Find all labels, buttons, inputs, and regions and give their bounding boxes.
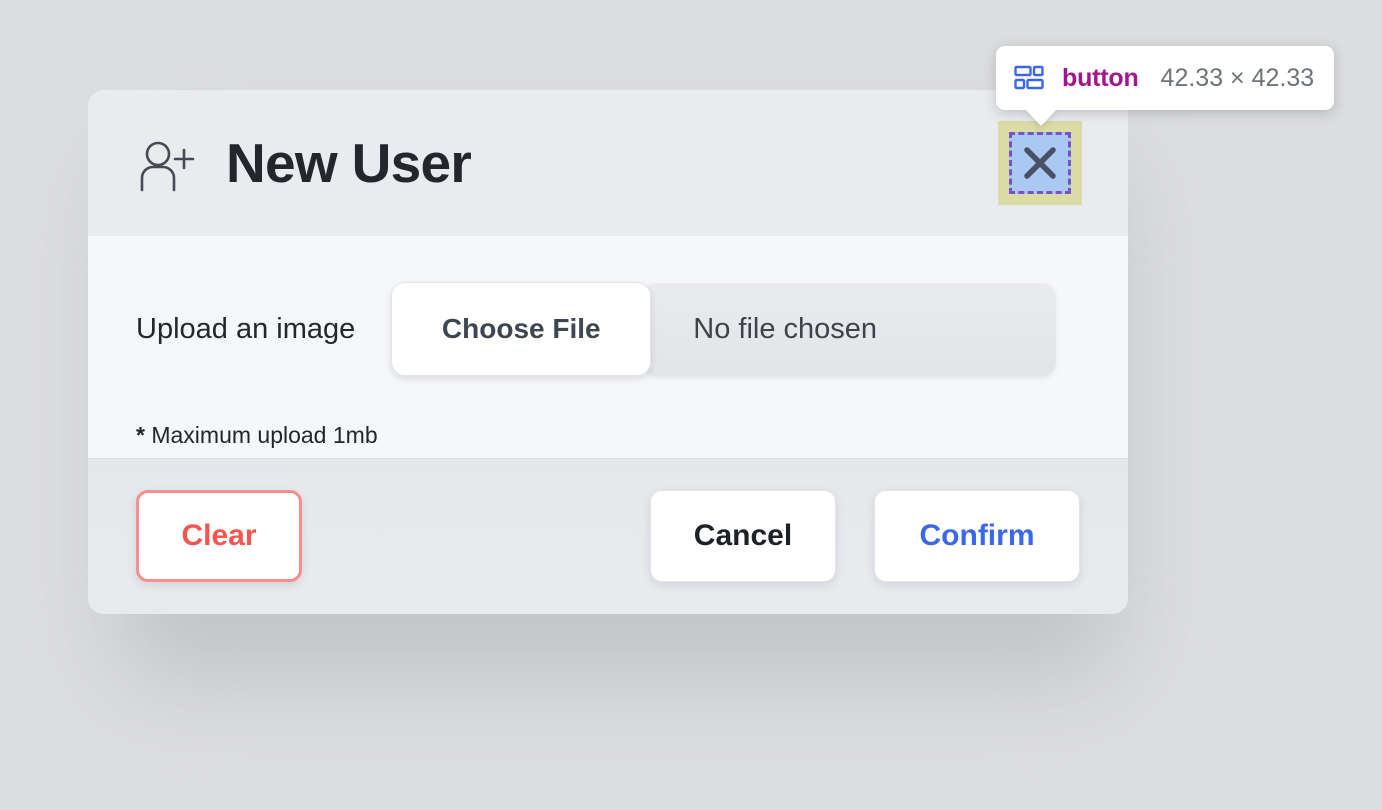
- clear-button[interactable]: Clear: [136, 490, 302, 582]
- dialog-header: New User: [88, 90, 1128, 236]
- footer-action-group: Cancel Confirm: [650, 490, 1080, 582]
- inspector-dimensions: 42.33 × 42.33: [1160, 63, 1315, 92]
- cancel-button[interactable]: Cancel: [650, 490, 836, 582]
- note-text: Maximum upload 1mb: [151, 422, 378, 448]
- dialog-body: Upload an image Choose File No file chos…: [88, 236, 1128, 458]
- inspector-tag-name: button: [1062, 63, 1139, 92]
- upload-image-row: Upload an image Choose File No file chos…: [136, 282, 1080, 376]
- choose-file-button[interactable]: Choose File: [391, 282, 652, 376]
- dialog-footer: Clear Cancel Confirm: [88, 458, 1128, 614]
- max-upload-note: * Maximum upload 1mb: [136, 422, 1080, 449]
- close-dialog-button[interactable]: [998, 121, 1082, 205]
- confirm-button[interactable]: Confirm: [874, 490, 1080, 582]
- file-input-control[interactable]: Choose File No file chosen: [391, 282, 1057, 376]
- upload-image-label: Upload an image: [136, 312, 356, 345]
- note-asterisk: *: [136, 422, 145, 448]
- new-user-dialog: New User Upload an image Choose File No …: [88, 90, 1128, 614]
- page-title: New User: [226, 131, 472, 194]
- layout-grid-icon: [1014, 63, 1044, 93]
- inspector-tooltip: button 42.33 × 42.33: [996, 46, 1335, 126]
- tooltip-pointer-arrow: [1024, 108, 1058, 126]
- user-plus-icon: [136, 134, 198, 196]
- file-name-display: No file chosen: [643, 282, 1057, 376]
